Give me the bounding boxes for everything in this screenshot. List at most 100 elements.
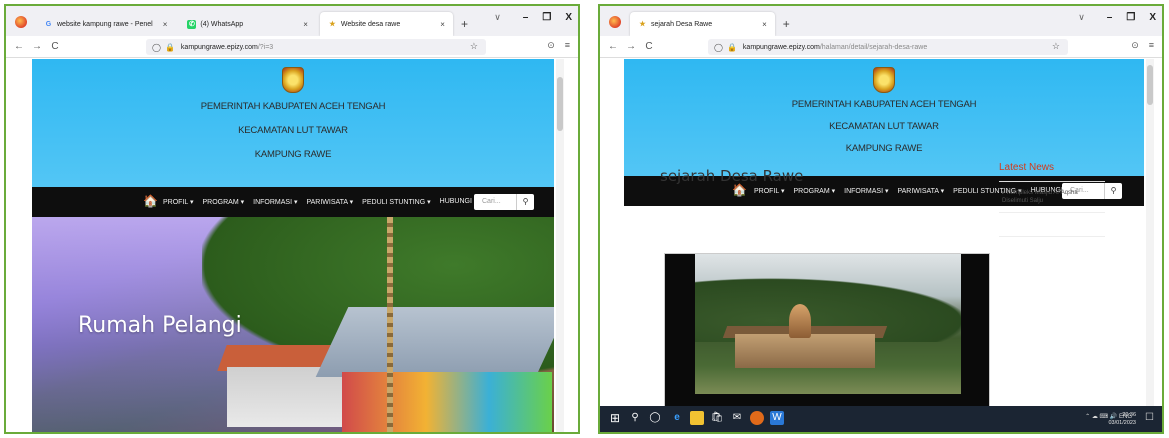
tab-whatsapp[interactable]: ✆ (4) WhatsApp × (179, 12, 315, 36)
tab-strip: G website kampung rawe - Penel × ✆ (4) W… (6, 6, 578, 36)
file-explorer-icon[interactable] (690, 411, 704, 425)
menu-item-peduli-stunting[interactable]: PEDULI STUNTING ▾ (362, 198, 430, 206)
home-icon[interactable]: 🏠 (143, 194, 158, 208)
url-bar[interactable]: ◯ 🔒 kampungrawe.epizy.com /halaman/detai… (708, 39, 1068, 55)
navigation-bar: ← → C ◯ 🔒 kampungrawe.epizy.com /halaman… (600, 36, 1162, 58)
tab-label: sejarah Desa Rawe (651, 20, 713, 28)
tab-close-icon[interactable]: × (303, 20, 308, 29)
hero-rainbow-house (342, 372, 552, 432)
word-icon[interactable]: W (770, 411, 784, 425)
page-scrollbar[interactable] (556, 59, 564, 432)
back-button[interactable]: ← (14, 41, 24, 52)
menu-item-program[interactable]: PROGRAM ▾ (793, 187, 835, 195)
menu-icon[interactable]: ≡ (565, 40, 570, 51)
close-button[interactable]: X (1149, 12, 1156, 23)
menu-item-program[interactable]: PROGRAM ▾ (202, 198, 244, 206)
hero-title: Rumah Pelangi (78, 313, 242, 338)
menu-item-pariwisata[interactable]: PARIWISATA ▾ (897, 187, 944, 195)
tab-close-icon[interactable]: × (440, 20, 445, 29)
tab-close-icon[interactable]: × (762, 20, 767, 29)
minimize-button[interactable]: – (1107, 12, 1113, 23)
window-controls: ∨ – ❐ X (1078, 12, 1156, 23)
firefox-icon[interactable] (750, 411, 764, 425)
site-crest-icon: ★ (639, 20, 646, 28)
clock-time: 20:36 (1122, 412, 1136, 418)
scrollbar-thumb[interactable] (557, 77, 563, 131)
close-button[interactable]: X (565, 12, 572, 23)
regency-crest-logo (282, 67, 304, 93)
new-tab-button[interactable]: + (453, 12, 476, 36)
url-host: kampungrawe.epizy.com (742, 43, 820, 51)
mail-icon[interactable]: ✉ (730, 411, 744, 425)
hero-rope (387, 217, 393, 432)
menu-item-informasi[interactable]: INFORMASI ▾ (253, 198, 297, 206)
divider (999, 181, 1105, 182)
url-path: /?i=3 (257, 43, 274, 51)
website-viewport: PEMERINTAH KABUPATEN ACEH TENGAH KECAMAT… (6, 59, 578, 432)
menu-item-profil[interactable]: PROFIL ▾ (754, 187, 784, 195)
header-line-3: KAMPUNG RAWE (845, 143, 923, 154)
site-header: PEMERINTAH KABUPATEN ACEH TENGAH KECAMAT… (32, 59, 554, 187)
whatsapp-icon: ✆ (187, 19, 197, 29)
hero-roof-right (315, 307, 554, 377)
tab-website-desa-rawe[interactable]: ★ Website desa rawe × (319, 12, 453, 36)
firefox-logo-icon (609, 16, 621, 28)
edge-icon[interactable]: e (670, 411, 684, 425)
site-menu: PROFIL ▾ PROGRAM ▾ INFORMASI ▾ PARIWISAT… (163, 198, 491, 206)
hero-banner: Rumah Pelangi (32, 217, 554, 432)
left-screenshot-panel: G website kampung rawe - Penel × ✆ (4) W… (4, 4, 580, 434)
new-tab-button[interactable]: + (775, 12, 798, 36)
search-icon[interactable]: ⚲ (516, 194, 534, 210)
forward-button[interactable]: → (626, 41, 636, 52)
bookmark-star-icon[interactable]: ☆ (470, 41, 478, 52)
list-tabs-button[interactable]: ∨ (494, 12, 501, 23)
toolbar-right: ⊙ ≡ (1131, 40, 1154, 51)
news-item[interactable]: ▸ Kompleks Masjid Al-Aqsha Diselimuti Sa… (1002, 189, 1098, 205)
tab-website-kampung-rawe[interactable]: G website kampung rawe - Penel × (36, 12, 175, 36)
clock[interactable]: 20:36 03/01/2023 (1108, 411, 1136, 427)
site-search-input[interactable]: Cari... (474, 194, 518, 210)
maximize-button[interactable]: ❐ (542, 12, 551, 23)
regency-crest-logo (873, 67, 895, 93)
clock-date: 03/01/2023 (1108, 420, 1136, 426)
shield-icon: ◯ (152, 42, 161, 52)
minimize-button[interactable]: – (523, 12, 529, 23)
page-scrollbar[interactable] (1146, 59, 1154, 432)
home-icon[interactable]: 🏠 (732, 183, 747, 197)
tab-sejarah-desa-rawe[interactable]: ★ sejarah Desa Rawe × (630, 12, 775, 36)
header-line-3: KAMPUNG RAWE (254, 149, 332, 160)
maximize-button[interactable]: ❐ (1126, 12, 1135, 23)
pocket-icon[interactable]: ⊙ (547, 40, 555, 51)
notification-icon[interactable]: ☐ (1145, 412, 1154, 423)
menu-item-informasi[interactable]: INFORMASI ▾ (844, 187, 888, 195)
site-menu-bar: 🏠 PROFIL ▾ PROGRAM ▾ INFORMASI ▾ PARIWIS… (32, 187, 554, 217)
photo-dome (789, 304, 811, 338)
search-icon[interactable]: ⚲ (1104, 183, 1122, 199)
url-path: /halaman/detail/sejarah-desa-rawe (819, 43, 928, 51)
list-tabs-button[interactable]: ∨ (1078, 12, 1085, 23)
article-image-frame (664, 253, 990, 413)
tab-strip: ★ sejarah Desa Rawe × + ∨ – ❐ X (600, 6, 1162, 36)
menu-item-profil[interactable]: PROFIL ▾ (163, 198, 193, 206)
menu-icon[interactable]: ≡ (1149, 40, 1154, 51)
header-line-2: KECAMATAN LUT TAWAR (829, 121, 939, 132)
bookmark-star-icon[interactable]: ☆ (1052, 41, 1060, 52)
store-icon[interactable]: 🛍 (710, 411, 724, 425)
site-crest-icon: ★ (329, 20, 336, 28)
mosque-photo (695, 254, 961, 394)
windows-start-icon[interactable]: ⊞ (608, 411, 622, 425)
scrollbar-thumb[interactable] (1147, 65, 1153, 105)
forward-button[interactable]: → (32, 41, 42, 52)
divider (999, 212, 1105, 213)
tab-close-icon[interactable]: × (163, 20, 168, 29)
reload-button[interactable]: C (50, 41, 60, 52)
tab-label: website kampung rawe - Penel (57, 20, 153, 28)
menu-item-pariwisata[interactable]: PARIWISATA ▾ (306, 198, 353, 206)
url-bar[interactable]: ◯ 🔒 kampungrawe.epizy.com /?i=3 ☆ (146, 39, 486, 55)
reload-button[interactable]: C (644, 41, 654, 52)
toolbar-right: ⊙ ≡ (547, 40, 570, 51)
search-icon[interactable]: ⚲ (628, 411, 642, 425)
back-button[interactable]: ← (608, 41, 618, 52)
pocket-icon[interactable]: ⊙ (1131, 40, 1139, 51)
task-view-icon[interactable]: ◯ (648, 411, 662, 425)
